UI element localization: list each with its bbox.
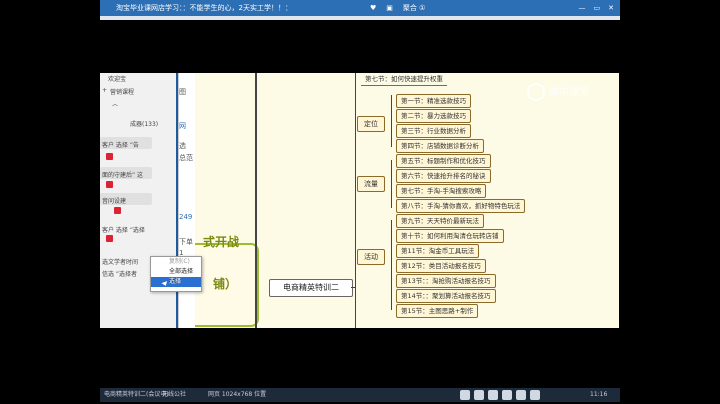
- taskbar-item-2[interactable]: 无线公社: [162, 388, 186, 402]
- context-menu: 复制(C) 全部选择(A) 选择: [150, 256, 202, 292]
- clock: 11:16: [590, 391, 608, 398]
- branch-line: [391, 95, 392, 147]
- menu-item-select[interactable]: 选择: [151, 277, 201, 287]
- mid-text-6: 下单: [179, 238, 193, 246]
- mindmap-node[interactable]: 第一节：精准选款技巧: [396, 94, 471, 108]
- logo-circle-icon: [527, 83, 545, 101]
- toolbar-strip: [100, 16, 620, 20]
- mindmap-node[interactable]: 第七节：手淘-手淘搜索攻略: [396, 184, 487, 198]
- side-title-1: 式开战: [203, 235, 240, 249]
- root-node[interactable]: 电商精英特训二: [269, 279, 353, 297]
- mindmap-node[interactable]: 第13节：：淘抢购活动报名技巧: [396, 274, 496, 288]
- collapse-icon[interactable]: ︿: [112, 99, 118, 108]
- menu-item-select-all[interactable]: 全部选择(A): [151, 267, 201, 285]
- mindmap-node[interactable]: 第九节：天天特价最新玩法: [396, 214, 484, 228]
- category-node[interactable]: 流量: [357, 176, 385, 192]
- mindmap-node[interactable]: 第11节：淘金币工具玩法: [396, 244, 480, 258]
- tray-icon[interactable]: [488, 390, 498, 400]
- mindmap-node[interactable]: 第七节：如何快速提升权重: [361, 73, 447, 86]
- emoji-icon: [106, 181, 113, 188]
- mid-text-5: 249: [179, 213, 193, 221]
- heart-icon[interactable]: ♥: [370, 0, 376, 16]
- left-item-9: 信选 ”选择者: [102, 271, 138, 278]
- tray-icon[interactable]: [516, 390, 526, 400]
- emoji-icon: [106, 235, 113, 242]
- left-item-1[interactable]: 欢迎宝: [108, 74, 126, 83]
- mid-text-2: 网: [179, 122, 186, 130]
- branch-line: [355, 73, 356, 328]
- mindmap-node[interactable]: 第六节：快速抢升排名的秘诀: [396, 169, 491, 183]
- camera-icon[interactable]: ▣: [386, 0, 393, 16]
- mid-text-1: 图: [179, 88, 186, 96]
- close-button[interactable]: ✕: [608, 0, 614, 16]
- left-item-7: 客户 选择 ”选择: [102, 227, 145, 234]
- left-item-6: 音问设建: [102, 198, 127, 205]
- mindmap-node[interactable]: 第二节：暴力选款技巧: [396, 109, 471, 123]
- tree-toggle[interactable]: +: [102, 87, 107, 94]
- left-item-8: 选文学者时间: [102, 259, 139, 266]
- mid-text-3: 选: [179, 142, 186, 150]
- mindmap-node[interactable]: 第12节：类目活动报名技巧: [396, 259, 486, 273]
- category-node[interactable]: 定位: [357, 116, 385, 132]
- mindmap-canvas[interactable]: 式开战 铺） 电商精英特训二 第七节：如何快速提升权重 定位 第一节：精准选款技…: [195, 73, 619, 328]
- mindmap-node[interactable]: 第三节：行业数据分析: [396, 124, 471, 138]
- left-item-4: 客户 选择 ”告: [102, 142, 139, 149]
- system-tray: [460, 390, 540, 400]
- emoji-icon: [106, 153, 113, 160]
- emoji-icon: [114, 207, 121, 214]
- mindmap-node[interactable]: 第四节：店铺数据诊断分析: [396, 139, 484, 153]
- mindmap-node[interactable]: 第14节：：聚划算活动报名技巧: [396, 289, 496, 303]
- tray-icon[interactable]: [460, 390, 470, 400]
- minimize-button[interactable]: —: [579, 0, 586, 16]
- tray-icon[interactable]: [530, 390, 540, 400]
- mindmap-node[interactable]: 第八节：手淘-猜你喜欢，抓好物特色玩法: [396, 199, 526, 213]
- branch-line: [391, 220, 392, 310]
- left-item-5: 面的守建后” 这: [102, 172, 144, 179]
- left-item-2[interactable]: 营销课程: [110, 87, 134, 96]
- window-titlebar: 淘宝毕业课网店学习：：不能学生的心，2天实工学！！： ♥ ▣ 聚合 ① — ▭ …: [100, 0, 620, 16]
- tray-icon[interactable]: [502, 390, 512, 400]
- taskbar: 电商精英特训二(会议中) 无线公社 网页 1024x768 位置 11:16: [100, 388, 620, 402]
- mindmap-node[interactable]: 第十节：如何利用淘清仓玩转店铺: [396, 229, 504, 243]
- maximize-button[interactable]: ▭: [594, 0, 601, 16]
- side-title-box: 式开战 铺）: [195, 235, 259, 327]
- spine-line: [255, 73, 257, 328]
- mid-text-4: 总范: [179, 154, 193, 162]
- tray-icon[interactable]: [474, 390, 484, 400]
- watermark-logo: 维尔课堂: [527, 83, 607, 101]
- status-label: 聚合 ①: [402, 4, 426, 12]
- mindmap-node[interactable]: 第15节：主图思路+制作: [396, 304, 479, 318]
- menu-item-copy[interactable]: 复制(C): [151, 257, 201, 267]
- side-title-2: 铺）: [213, 277, 238, 291]
- left-item-3: 成器(133): [130, 121, 159, 128]
- taskbar-item-3[interactable]: 网页 1024x768 位置: [208, 388, 266, 402]
- titlebar-icons: ♥ ▣ 聚合 ①: [370, 0, 425, 16]
- watermark-text: 维尔课堂: [549, 87, 589, 98]
- branch-line: [391, 160, 392, 208]
- window-title: 淘宝毕业课网店学习：：不能学生的心，2天实工学！！：: [116, 4, 292, 12]
- mindmap-node[interactable]: 第五节：标题制作和优化技巧: [396, 154, 491, 168]
- category-node[interactable]: 活动: [357, 249, 385, 265]
- taskbar-item-1[interactable]: 电商精英特训二(会议中): [104, 388, 169, 402]
